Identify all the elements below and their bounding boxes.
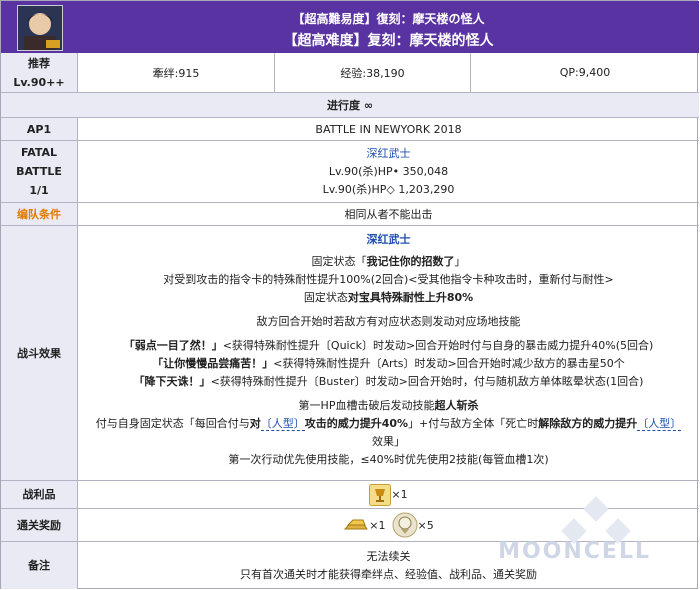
quest-title-jp: 【超高難易度】復刻：摩天楼の怪人	[292, 12, 485, 26]
exp-value: 经验:38,190	[275, 53, 471, 92]
reward-label: 通关奖励	[1, 509, 78, 541]
team-row: 编队条件 相同从者不能出击	[1, 203, 699, 226]
effect-line-3: 固定状态对宝具特殊耐性上升80%	[303, 291, 474, 304]
effect-line-2: 对受到攻击的指令卡的特殊耐性提升100%(2回合)<受其他指令卡种攻击时，重新付…	[163, 273, 614, 286]
quest-title-cn: 【超高难度】复刻：摩天楼的怪人	[283, 33, 494, 49]
progress-label: 进行度 ∞	[327, 99, 373, 112]
enemy-hp-1: Lv.90(杀)HP• 350,048	[328, 164, 449, 178]
effect-line-10: 效果」	[372, 435, 405, 448]
recommend-row: 推荐 Lv.90++ 牽绊:915 经验:38,190 QP:9,400	[1, 53, 699, 93]
trait-humanoid-link-2[interactable]: 〔人型〕	[637, 417, 682, 431]
qp-value: QP:9,400	[559, 66, 611, 79]
saint-quartz-icon	[392, 512, 417, 538]
team-condition-value: 相同从者不能出击	[344, 208, 433, 221]
fatal-row: FATAL BATTLE 1/1 深红武士 Lv.90(杀)HP• 350,048 …	[1, 141, 699, 203]
fatal-battle-label: FATAL BATTLE 1/1	[1, 141, 78, 202]
enemy-name-link[interactable]: 深红武士	[367, 145, 411, 163]
enemy-hp-2: Lv.90(杀)HP◇ 1,203,290	[322, 182, 455, 196]
quest-info-table: 【超高難易度】復刻：摩天楼の怪人 【超高难度】复刻：摩天楼的怪人 推荐 Lv.90…	[0, 0, 699, 589]
loot-label: 战利品	[1, 481, 78, 508]
effect-enemy-name[interactable]: 深红武士	[367, 231, 411, 249]
battle-effect-row: 战斗效果 深红武士 固定状态「我记住你的招数了」 对受到攻击的指令卡的特殊耐性提…	[1, 226, 699, 481]
reward-items: ×1 ×5	[78, 509, 699, 541]
notes-line-2: 只有首次通关时才能获得牵绊点、经验值、战利品、通关奖励	[240, 567, 537, 581]
trait-humanoid-link[interactable]: 〔人型〕	[260, 417, 305, 431]
effect-line-6: 「让你慢慢品尝痛苦！」<获得特殊耐性提升〔Arts〕时发动>回合开始时减少敌方的…	[152, 357, 625, 370]
reward-item-gold[interactable]: ×1	[343, 515, 386, 535]
notes-line-1: 无法续关	[366, 549, 411, 563]
effect-line-8: 第一HP血槽击破后发动技能超人斩杀	[298, 399, 479, 412]
gold-bars-icon	[344, 519, 369, 530]
effect-line-9: 付与自身固定状态「每回合付与对〔人型〕攻击的威力提升40%」+付与敌方全体「死亡…	[95, 417, 682, 431]
team-condition-label: 编队条件	[1, 203, 78, 225]
loot-item[interactable]: ×1	[369, 483, 408, 506]
effect-line-1: 固定状态「我记住你的招数了」	[311, 255, 466, 268]
battle-effect-content: 深红武士 固定状态「我记住你的招数了」 对受到攻击的指令卡的特殊耐性提升100%…	[78, 226, 699, 480]
bond-value: 牽绊:915	[78, 53, 275, 92]
battle-effect-label: 战斗效果	[1, 226, 78, 480]
golden-cup-icon	[369, 483, 392, 506]
battle-name: BATTLE IN NEWYORK 2018	[315, 122, 462, 136]
servant-portrait-icon[interactable]	[17, 5, 63, 51]
recommend-label: 推荐 Lv.90++	[1, 53, 78, 92]
notes-label: 备注	[1, 542, 78, 589]
effect-line-5: 「弱点一目了然！」<获得特殊耐性提升〔Quick〕时发动>回合开始时付与自身的暴…	[123, 339, 654, 352]
quest-header: 【超高難易度】復刻：摩天楼の怪人 【超高难度】复刻：摩天楼的怪人	[1, 1, 699, 53]
mooncell-watermark: MOONCELL	[498, 539, 651, 564]
progress-row: 进行度 ∞	[1, 93, 699, 118]
reward-item-quartz[interactable]: ×5	[392, 512, 434, 538]
effect-line-11: 第一次行动优先使用技能，≤40%时优先使用2技能(每管血槽1次)	[228, 453, 549, 466]
loot-items: ×1	[78, 481, 699, 508]
ap-row: AP1 BATTLE IN NEWYORK 2018	[1, 118, 699, 141]
enemy-info: 深红武士 Lv.90(杀)HP• 350,048 Lv.90(杀)HP◇ 1,2…	[78, 141, 699, 202]
ap-label: AP1	[1, 118, 78, 140]
effect-line-7: 「降下天诛！」<获得特殊耐性提升〔Buster〕时发动>回合开始时，付与随机敌方…	[133, 375, 644, 388]
effect-line-4: 敌方回合开始时若敌方有对应状态则发动对应场地技能	[256, 315, 521, 328]
